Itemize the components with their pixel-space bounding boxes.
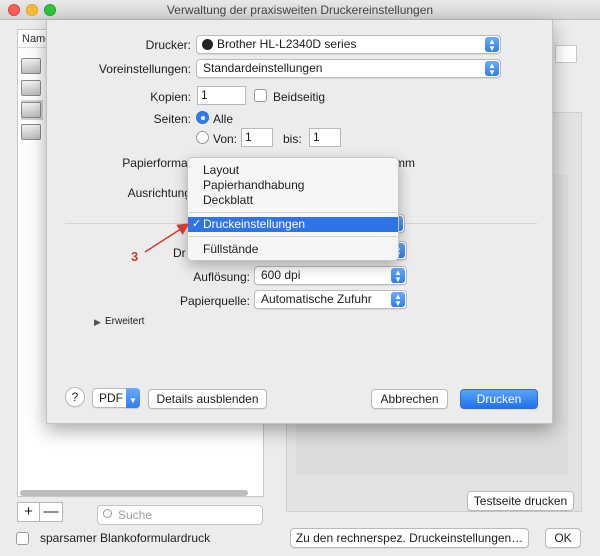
callout-number: 3 [131, 249, 139, 264]
callout-arrow [144, 223, 190, 253]
